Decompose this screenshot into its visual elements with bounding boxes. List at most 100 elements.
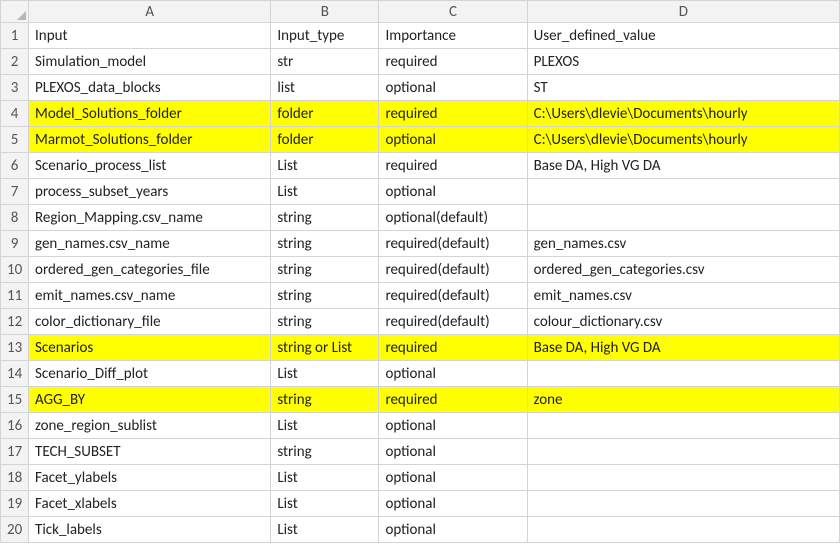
row-header[interactable]: 14 bbox=[1, 361, 29, 387]
cell[interactable]: optional bbox=[379, 361, 527, 387]
cell[interactable]: required bbox=[379, 153, 527, 179]
cell[interactable]: folder bbox=[271, 127, 379, 153]
cell[interactable]: string or List bbox=[271, 335, 379, 361]
row-header[interactable]: 11 bbox=[1, 283, 29, 309]
cell[interactable]: List bbox=[271, 179, 379, 205]
cell[interactable]: string bbox=[271, 309, 379, 335]
cell[interactable]: User_defined_value bbox=[527, 23, 839, 49]
cell[interactable]: List bbox=[271, 361, 379, 387]
cell[interactable]: Input bbox=[29, 23, 271, 49]
cell[interactable]: required(default) bbox=[379, 309, 527, 335]
col-header-A[interactable]: A bbox=[29, 1, 271, 23]
cell[interactable]: Base DA, High VG DA bbox=[527, 335, 839, 361]
cell[interactable]: ST bbox=[527, 75, 839, 101]
cell[interactable]: gen_names.csv bbox=[527, 231, 839, 257]
cell[interactable]: List bbox=[271, 153, 379, 179]
cell[interactable] bbox=[527, 361, 839, 387]
col-header-D[interactable]: D bbox=[527, 1, 839, 23]
cell[interactable]: Importance bbox=[379, 23, 527, 49]
cell[interactable]: optional bbox=[379, 439, 527, 465]
row-header[interactable]: 17 bbox=[1, 439, 29, 465]
cell[interactable]: PLEXOS bbox=[527, 49, 839, 75]
col-header-C[interactable]: C bbox=[379, 1, 527, 23]
row-header[interactable]: 18 bbox=[1, 465, 29, 491]
cell[interactable]: Scenario_Diff_plot bbox=[29, 361, 271, 387]
cell[interactable]: string bbox=[271, 257, 379, 283]
row-header[interactable]: 13 bbox=[1, 335, 29, 361]
cell[interactable]: required(default) bbox=[379, 231, 527, 257]
cell[interactable]: Facet_xlabels bbox=[29, 491, 271, 517]
cell[interactable]: Region_Mapping.csv_name bbox=[29, 205, 271, 231]
cell[interactable]: Facet_ylabels bbox=[29, 465, 271, 491]
row-header[interactable]: 19 bbox=[1, 491, 29, 517]
cell[interactable] bbox=[527, 491, 839, 517]
cell[interactable] bbox=[527, 439, 839, 465]
cell[interactable]: Scenario_process_list bbox=[29, 153, 271, 179]
cell[interactable]: optional(default) bbox=[379, 205, 527, 231]
row-header[interactable]: 12 bbox=[1, 309, 29, 335]
cell[interactable]: folder bbox=[271, 101, 379, 127]
cell[interactable]: colour_dictionary.csv bbox=[527, 309, 839, 335]
cell[interactable]: Marmot_Solutions_folder bbox=[29, 127, 271, 153]
row-header[interactable]: 2 bbox=[1, 49, 29, 75]
cell[interactable]: Tick_labels bbox=[29, 517, 271, 543]
cell[interactable]: optional bbox=[379, 465, 527, 491]
cell[interactable]: C:\Users\dlevie\Documents\hourly bbox=[527, 101, 839, 127]
cell[interactable]: List bbox=[271, 465, 379, 491]
row-header[interactable]: 10 bbox=[1, 257, 29, 283]
row-header[interactable]: 5 bbox=[1, 127, 29, 153]
cell[interactable] bbox=[527, 413, 839, 439]
cell[interactable]: optional bbox=[379, 491, 527, 517]
cell[interactable]: string bbox=[271, 205, 379, 231]
cell[interactable]: ordered_gen_categories_file bbox=[29, 257, 271, 283]
cell[interactable] bbox=[527, 179, 839, 205]
cell[interactable]: required bbox=[379, 387, 527, 413]
cell[interactable]: PLEXOS_data_blocks bbox=[29, 75, 271, 101]
cell[interactable]: ordered_gen_categories.csv bbox=[527, 257, 839, 283]
cell[interactable]: zone_region_sublist bbox=[29, 413, 271, 439]
row-header[interactable]: 1 bbox=[1, 23, 29, 49]
cell[interactable]: string bbox=[271, 387, 379, 413]
cell[interactable]: emit_names.csv bbox=[527, 283, 839, 309]
row-header[interactable]: 20 bbox=[1, 517, 29, 543]
cell[interactable]: required bbox=[379, 335, 527, 361]
col-header-B[interactable]: B bbox=[271, 1, 379, 23]
cell[interactable]: Input_type bbox=[271, 23, 379, 49]
cell[interactable]: Scenarios bbox=[29, 335, 271, 361]
row-header[interactable]: 7 bbox=[1, 179, 29, 205]
cell[interactable]: Simulation_model bbox=[29, 49, 271, 75]
cell[interactable]: zone bbox=[527, 387, 839, 413]
cell[interactable]: AGG_BY bbox=[29, 387, 271, 413]
row-header[interactable]: 4 bbox=[1, 101, 29, 127]
spreadsheet[interactable]: A B C D 1InputInput_typeImportanceUser_d… bbox=[0, 0, 840, 543]
cell[interactable]: List bbox=[271, 517, 379, 543]
cell[interactable] bbox=[527, 517, 839, 543]
cell[interactable]: List bbox=[271, 491, 379, 517]
cell[interactable]: str bbox=[271, 49, 379, 75]
cell[interactable]: string bbox=[271, 283, 379, 309]
cell[interactable]: string bbox=[271, 439, 379, 465]
row-header[interactable]: 9 bbox=[1, 231, 29, 257]
row-header[interactable]: 16 bbox=[1, 413, 29, 439]
cell[interactable]: Model_Solutions_folder bbox=[29, 101, 271, 127]
cell[interactable]: optional bbox=[379, 127, 527, 153]
row-header[interactable]: 6 bbox=[1, 153, 29, 179]
cell[interactable]: List bbox=[271, 413, 379, 439]
row-header[interactable]: 15 bbox=[1, 387, 29, 413]
cell[interactable]: C:\Users\dlevie\Documents\hourly bbox=[527, 127, 839, 153]
cell[interactable]: process_subset_years bbox=[29, 179, 271, 205]
cell[interactable]: optional bbox=[379, 179, 527, 205]
cell[interactable]: required(default) bbox=[379, 257, 527, 283]
cell[interactable] bbox=[527, 205, 839, 231]
cell[interactable]: list bbox=[271, 75, 379, 101]
row-header[interactable]: 8 bbox=[1, 205, 29, 231]
cell[interactable]: required bbox=[379, 101, 527, 127]
cell[interactable]: optional bbox=[379, 517, 527, 543]
cell[interactable]: emit_names.csv_name bbox=[29, 283, 271, 309]
cell[interactable]: optional bbox=[379, 413, 527, 439]
select-all-corner[interactable] bbox=[1, 1, 29, 23]
cell[interactable]: required(default) bbox=[379, 283, 527, 309]
cell[interactable]: gen_names.csv_name bbox=[29, 231, 271, 257]
cell[interactable]: Base DA, High VG DA bbox=[527, 153, 839, 179]
cell[interactable]: color_dictionary_file bbox=[29, 309, 271, 335]
